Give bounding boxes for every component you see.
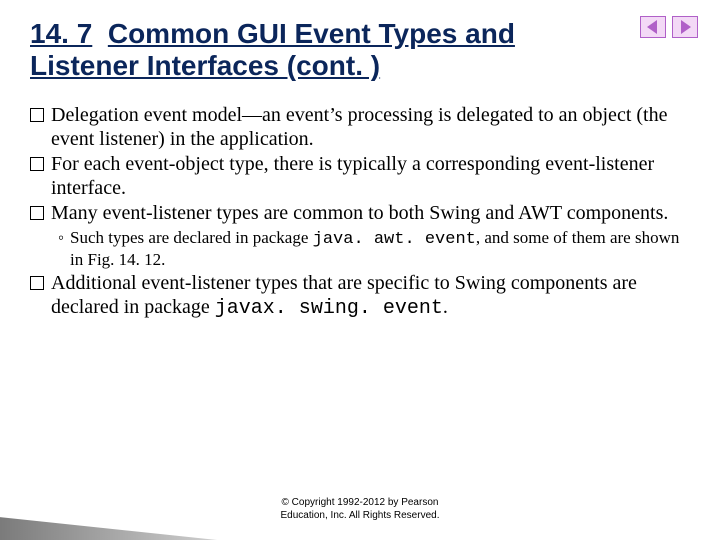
- copyright-footer: © Copyright 1992-2012 by Pearson Educati…: [0, 497, 720, 522]
- bullet-marker-icon: [30, 157, 44, 171]
- bullet-marker-icon: [30, 108, 44, 122]
- slide: 14. 7 Common GUI Event Types and Listene…: [0, 0, 720, 540]
- section-number: 14. 7: [30, 18, 92, 49]
- slide-body: Delegation event model—an event’s proces…: [30, 104, 690, 322]
- bullet-suffix: .: [443, 296, 448, 318]
- bullet-marker-icon: [30, 206, 44, 220]
- bullet-text: Delegation event model—an event’s proces…: [51, 104, 690, 151]
- bullet-item: Many event-listener types are common to …: [30, 202, 690, 226]
- next-arrow-icon: [672, 16, 698, 38]
- footer-line: Education, Inc. All Rights Reserved.: [0, 510, 720, 523]
- bullet-item: Delegation event model—an event’s proces…: [30, 104, 690, 151]
- bullet-item: For each event-object type, there is typ…: [30, 153, 690, 200]
- code-text: javax. swing. event: [215, 297, 443, 320]
- sub-bullet-item: ◦ Such types are declared in package jav…: [58, 228, 690, 270]
- section-name: Common GUI Event Types and Listener Inte…: [30, 18, 515, 81]
- nav-prev-button[interactable]: [640, 16, 666, 38]
- nav-controls: [640, 16, 698, 38]
- bullet-text: For each event-object type, there is typ…: [51, 153, 690, 200]
- decorative-wedge-icon: [0, 445, 340, 540]
- nav-next-button[interactable]: [672, 16, 698, 38]
- sub-bullet-prefix: Such types are declared in package: [70, 228, 313, 247]
- sub-bullet-marker-icon: ◦: [58, 228, 64, 270]
- prev-arrow-icon: [640, 16, 666, 38]
- bullet-item: Additional event-listener types that are…: [30, 272, 690, 320]
- code-text: java. awt. event: [313, 230, 476, 249]
- bullet-text: Many event-listener types are common to …: [51, 202, 690, 226]
- sub-bullet-text: Such types are declared in package java.…: [70, 228, 690, 270]
- bullet-text: Additional event-listener types that are…: [51, 272, 690, 320]
- slide-title: 14. 7 Common GUI Event Types and Listene…: [30, 18, 590, 82]
- bullet-marker-icon: [30, 276, 44, 290]
- footer-line: © Copyright 1992-2012 by Pearson: [0, 497, 720, 510]
